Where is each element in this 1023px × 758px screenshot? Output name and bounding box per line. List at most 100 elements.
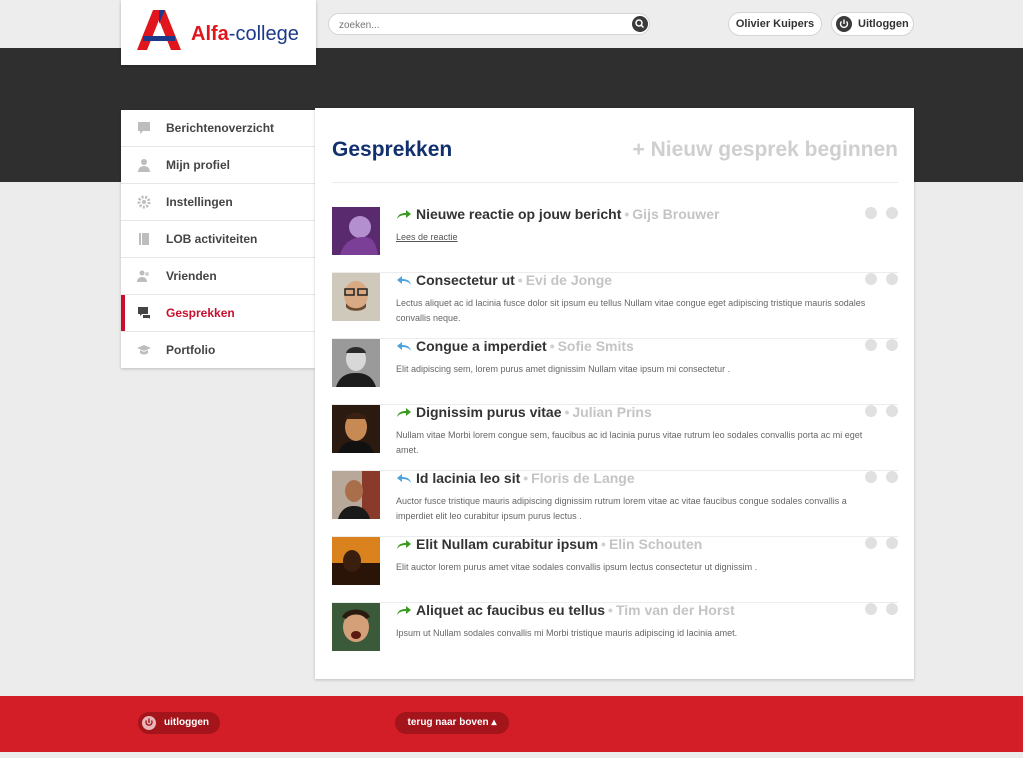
user-name-button[interactable]: Olivier Kuipers xyxy=(728,12,822,36)
conversations-panel: Gesprekken + Nieuw gesprek beginnen Nieu… xyxy=(315,108,914,679)
open-message-icon[interactable] xyxy=(865,339,877,351)
sidebar-item-label: Portfolio xyxy=(166,343,216,357)
sidebar-item-portfolio[interactable]: Portfolio xyxy=(121,332,315,368)
message-preview: Ipsum ut Nullam sodales convallis mi Mor… xyxy=(396,628,738,638)
delete-message-icon[interactable] xyxy=(886,405,898,417)
message-subject: Dignissim purus vitae xyxy=(416,404,562,420)
search-button[interactable] xyxy=(632,16,648,32)
page-title: Gesprekken xyxy=(332,138,453,161)
separator-dot: • xyxy=(517,272,523,288)
gear-icon xyxy=(137,195,151,209)
avatar xyxy=(332,339,380,387)
delete-message-icon[interactable] xyxy=(886,339,898,351)
avatar xyxy=(332,603,380,651)
separator-dot: • xyxy=(624,206,630,222)
open-message-icon[interactable] xyxy=(865,405,877,417)
delete-message-icon[interactable] xyxy=(886,273,898,285)
read-reaction-link[interactable]: Lees de reactie xyxy=(396,230,886,245)
logout-button[interactable]: Uitloggen xyxy=(831,12,914,36)
new-conversation-button[interactable]: + Nieuw gesprek beginnen xyxy=(633,138,898,162)
footer-logout-label: uitloggen xyxy=(164,717,209,728)
message-heading: Nieuwe reactie op jouw bericht • Gijs Brou… xyxy=(396,206,719,222)
power-icon xyxy=(142,716,156,730)
delete-message-icon[interactable] xyxy=(886,537,898,549)
speech-bubble-icon xyxy=(138,122,150,134)
sidebar-item-vrienden[interactable]: Vrienden xyxy=(121,258,315,295)
avatar xyxy=(332,471,380,519)
logout-label: Uitloggen xyxy=(858,18,909,30)
open-message-icon[interactable] xyxy=(865,537,877,549)
logo-text: Alfa-college xyxy=(191,23,299,45)
separator-dot: • xyxy=(564,404,570,420)
message-sender: Julian Prins xyxy=(572,404,652,420)
message-sender: Tim van der Horst xyxy=(615,602,735,618)
message-preview: Auctor fusce tristique mauris adipiscing… xyxy=(396,496,847,521)
logo[interactable]: Alfa-college xyxy=(121,0,316,65)
separator-dot: • xyxy=(608,602,613,618)
list-item[interactable]: Aliquet ac faucibus eu tellus • Tim van de… xyxy=(332,602,898,669)
sidebar-item-lob-activiteiten[interactable]: LOB activiteiten xyxy=(121,221,315,258)
message-subject: Congue a imperdiet xyxy=(416,338,547,354)
message-sender: Elin Schouten xyxy=(608,536,703,552)
alfa-logo-icon xyxy=(137,10,181,50)
power-icon xyxy=(836,16,852,32)
avatar xyxy=(332,537,380,585)
delete-message-icon[interactable] xyxy=(886,207,898,219)
sidebar-item-mijn-profiel[interactable]: Mijn profiel xyxy=(121,147,315,184)
list-item[interactable]: Id lacinia leo sit • Floris de Lange Aucto… xyxy=(332,470,898,537)
footer-bottom-strip xyxy=(0,752,1023,758)
message-subject: Nieuwe reactie op jouw bericht xyxy=(416,206,622,222)
sidebar-item-label: LOB activiteiten xyxy=(166,232,258,246)
open-message-icon[interactable] xyxy=(865,603,877,615)
footer-logout-button[interactable]: uitloggen xyxy=(138,712,220,734)
message-heading: Elit Nullam curabitur ipsum • Elin Schoute… xyxy=(396,536,702,552)
forward-arrow-icon xyxy=(397,408,411,417)
forward-arrow-icon xyxy=(397,540,411,549)
sidebar-item-gesprekken[interactable]: Gesprekken xyxy=(121,295,315,332)
list-item[interactable]: Nieuwe reactie op jouw bericht • Gijs Brou… xyxy=(332,206,898,273)
message-subject: Aliquet ac faucibus eu tellus xyxy=(416,602,606,618)
sidebar-item-berichtenoverzicht[interactable]: Berichtenoverzicht xyxy=(121,110,315,147)
back-to-top-button[interactable]: terug naar boven ▴ xyxy=(395,712,509,734)
message-sender: Sofie Smits xyxy=(557,338,634,354)
sidebar: Berichtenoverzicht Mijn profiel Instelli… xyxy=(121,110,315,368)
open-message-icon[interactable] xyxy=(865,207,877,219)
message-subject: Elit Nullam curabitur ipsum xyxy=(416,536,599,552)
reply-arrow-icon xyxy=(397,342,411,351)
message-preview: Lectus aliquet ac id lacinia fusce dolor… xyxy=(396,298,866,323)
message-heading: Consectetur ut • Evi de Jonge xyxy=(396,272,612,288)
user-icon xyxy=(138,159,150,172)
sidebar-item-label: Berichtenoverzicht xyxy=(166,121,275,135)
footer: uitloggen terug naar boven ▴ xyxy=(0,696,1023,758)
delete-message-icon[interactable] xyxy=(886,603,898,615)
separator-dot: • xyxy=(601,536,606,552)
avatar xyxy=(332,207,380,255)
avatar xyxy=(332,273,380,321)
message-subject: Consectetur ut xyxy=(416,272,515,288)
forward-arrow-icon xyxy=(397,210,411,219)
separator-dot: • xyxy=(523,470,529,486)
list-item[interactable]: Congue a imperdiet • Sofie Smits Elit adip… xyxy=(332,338,898,405)
divider xyxy=(332,182,898,183)
list-item[interactable]: Consectetur ut • Evi de Jonge Lectus aliqu… xyxy=(332,272,898,339)
sidebar-item-instellingen[interactable]: Instellingen xyxy=(121,184,315,221)
delete-message-icon[interactable] xyxy=(886,471,898,483)
reply-arrow-icon xyxy=(397,474,411,483)
message-heading: Aliquet ac faucibus eu tellus • Tim van de… xyxy=(396,602,735,618)
sidebar-item-label: Instellingen xyxy=(166,195,233,209)
message-sender: Evi de Jonge xyxy=(525,272,613,288)
sidebar-item-label: Vrienden xyxy=(166,269,217,283)
separator-dot: • xyxy=(549,338,555,354)
book-icon xyxy=(139,233,149,245)
search-input[interactable] xyxy=(337,17,621,33)
message-preview: Nullam vitae Morbi lorem congue sem, fau… xyxy=(396,430,863,455)
open-message-icon[interactable] xyxy=(865,471,877,483)
message-heading: Id lacinia leo sit • Floris de Lange xyxy=(396,470,635,486)
list-item[interactable]: Elit Nullam curabitur ipsum • Elin Schoute… xyxy=(332,536,898,603)
open-message-icon[interactable] xyxy=(865,273,877,285)
list-item[interactable]: Dignissim purus vitae • Julian Prins Nulla… xyxy=(332,404,898,471)
forward-arrow-icon xyxy=(397,606,411,615)
graduation-cap-icon xyxy=(137,345,151,355)
reply-arrow-icon xyxy=(397,276,411,285)
message-sender: Floris de Lange xyxy=(531,470,635,486)
